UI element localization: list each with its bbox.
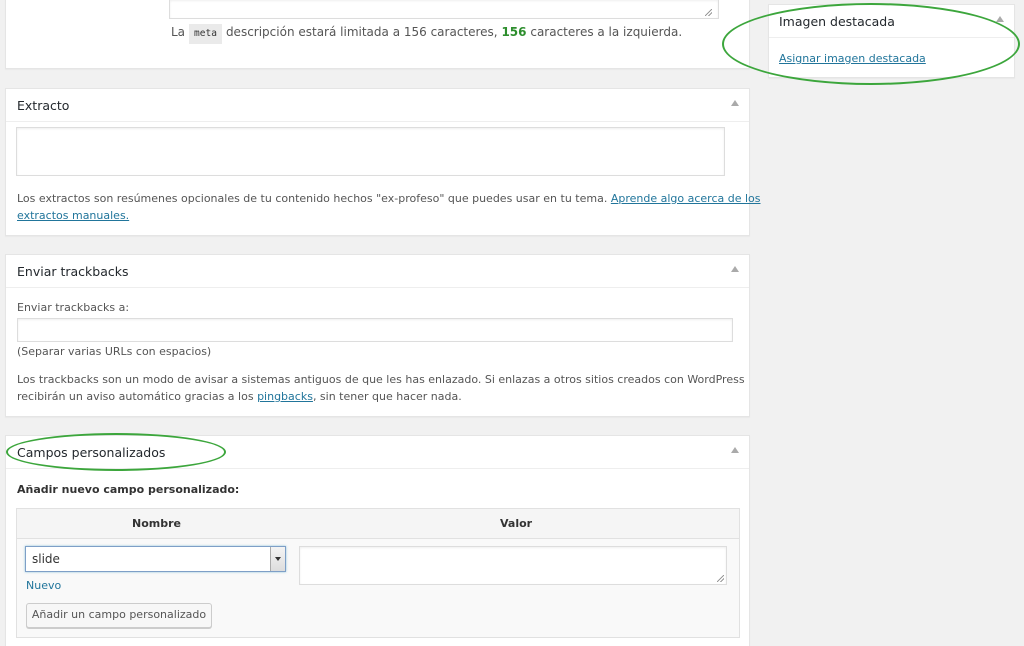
trackbacks-box: Enviar trackbacks Enviar trackbacks a: (… <box>5 254 750 417</box>
custom-field-name-select[interactable]: slide <box>25 546 286 572</box>
excerpt-box: Extracto Los extractos son resúmenes opc… <box>5 88 761 236</box>
featured-image-box: Imagen destacada Asignar imagen destacad… <box>768 4 1015 78</box>
hint-suffix: caracteres a la izquierda. <box>530 25 683 39</box>
trackbacks-info-line2: recibirán un aviso automático gracias a … <box>17 388 462 406</box>
resize-grip-icon[interactable] <box>705 9 712 16</box>
chevron-down-icon[interactable] <box>270 547 285 571</box>
custom-field-value-textarea[interactable] <box>299 546 727 585</box>
trackbacks-label: Enviar trackbacks a: <box>17 301 130 314</box>
info-prefix: recibirán un aviso automático gracias a … <box>17 390 254 403</box>
hint-prefix: La <box>171 25 186 39</box>
excerpt-help-link-line2[interactable]: extractos manuales. <box>17 207 129 225</box>
pingbacks-link[interactable]: pingbacks <box>257 390 313 403</box>
excerpt-title: Extracto <box>17 98 70 113</box>
trackbacks-url-input[interactable] <box>17 318 733 342</box>
featured-image-title: Imagen destacada <box>779 14 895 29</box>
custom-fields-box: Campos personalizados Añadir nuevo campo… <box>5 435 750 646</box>
custom-fields-header[interactable]: Campos personalizados <box>6 436 749 469</box>
trackbacks-title: Enviar trackbacks <box>17 264 129 279</box>
column-header-value: Valor <box>500 517 533 530</box>
set-featured-image-link[interactable]: Asignar imagen destacada <box>779 50 926 68</box>
excerpt-help-line1: Los extractos son resúmenes opcionales d… <box>17 190 761 208</box>
meta-code: meta <box>189 24 222 44</box>
seo-description-hint: La meta descripción estará limitada a 156 … <box>171 23 682 44</box>
collapse-arrow-icon[interactable] <box>731 447 739 453</box>
resize-grip-icon[interactable] <box>717 575 724 582</box>
remaining-count: 156 <box>501 25 527 39</box>
add-custom-field-label: Añadir nuevo campo personalizado: <box>17 483 240 496</box>
excerpt-header[interactable]: Extracto <box>6 89 749 122</box>
trackbacks-header[interactable]: Enviar trackbacks <box>6 255 749 288</box>
excerpt-help-link[interactable]: Aprende algo acerca de los <box>611 192 761 205</box>
column-header-name: Nombre <box>132 517 181 530</box>
collapse-arrow-icon[interactable] <box>996 16 1004 22</box>
trackbacks-info-line1: Los trackbacks son un modo de avisar a s… <box>17 373 745 386</box>
seo-description-box: La meta descripción estará limitada a 156 … <box>5 0 750 69</box>
seo-description-textarea[interactable] <box>169 0 719 19</box>
collapse-arrow-icon[interactable] <box>731 100 739 106</box>
trackbacks-hint: (Separar varias URLs con espacios) <box>17 345 212 358</box>
custom-field-name-value: slide <box>32 552 60 566</box>
custom-field-table: Nombre Valor slide Nuevo Añadir un campo… <box>16 508 740 638</box>
info-suffix: , sin tener que hacer nada. <box>312 390 462 403</box>
custom-fields-title: Campos personalizados <box>17 445 166 460</box>
hint-middle: descripción estará limitada a 156 caract… <box>225 25 498 39</box>
excerpt-textarea[interactable] <box>16 127 725 176</box>
excerpt-help-text: Los extractos son resúmenes opcionales d… <box>17 192 608 205</box>
table-header-row: Nombre Valor <box>17 509 739 539</box>
add-custom-field-button[interactable]: Añadir un campo personalizado <box>26 603 212 628</box>
new-field-link[interactable]: Nuevo <box>26 577 61 595</box>
featured-image-header[interactable]: Imagen destacada <box>769 5 1014 38</box>
collapse-arrow-icon[interactable] <box>731 266 739 272</box>
